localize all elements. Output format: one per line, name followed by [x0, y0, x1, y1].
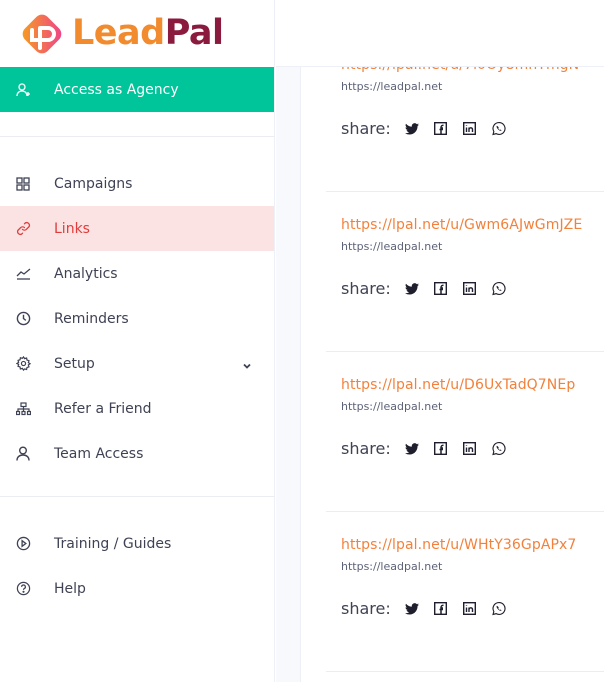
- destination-url: https://leadpal.net: [341, 80, 443, 93]
- linkedin-icon[interactable]: [463, 282, 477, 296]
- twitter-icon[interactable]: [404, 282, 419, 296]
- share-label: share:: [341, 439, 391, 458]
- sidebar-item-label: Training / Guides: [54, 535, 172, 552]
- sidebar-item-training-guides[interactable]: Training / Guides: [0, 521, 274, 566]
- share-row: share:: [341, 439, 521, 458]
- linkedin-icon[interactable]: [463, 442, 477, 456]
- linkedin-icon[interactable]: [463, 122, 477, 136]
- sidebar-item-label: Refer a Friend: [54, 400, 152, 417]
- whatsapp-icon[interactable]: [492, 281, 506, 296]
- chevron-down-icon[interactable]: [242, 359, 252, 375]
- share-row: share:: [341, 279, 521, 298]
- sidebar-item-label: Setup: [54, 355, 95, 372]
- sidebar-item-label: Reminders: [54, 310, 129, 327]
- share-label: share:: [341, 119, 391, 138]
- linkedin-icon[interactable]: [463, 602, 477, 616]
- facebook-icon[interactable]: [434, 602, 448, 616]
- gear-icon: [0, 356, 54, 371]
- logo-text: LeadPal: [72, 16, 224, 51]
- destination-url: https://leadpal.net: [341, 560, 443, 573]
- destination-url: https://leadpal.net: [341, 400, 443, 413]
- sidebar-item-links[interactable]: Links: [0, 206, 274, 251]
- link-card: https://lpal.net/u/WHtY36GpAPx7 https://…: [326, 512, 604, 672]
- logo[interactable]: LeadPal: [0, 0, 274, 67]
- link-card: https://lpal.net/u/D6UxTadQ7NEp https://…: [326, 352, 604, 512]
- access-as-agency-button[interactable]: Access as Agency: [0, 67, 274, 112]
- sidebar-item-analytics[interactable]: Analytics: [0, 251, 274, 296]
- link-icon: [0, 221, 54, 236]
- facebook-icon[interactable]: [434, 442, 448, 456]
- short-link[interactable]: https://lpal.net/u/D6UxTadQ7NEp: [341, 377, 575, 393]
- access-as-agency-label: Access as Agency: [54, 81, 179, 98]
- sidebar-item-setup[interactable]: Setup: [0, 341, 274, 386]
- twitter-icon[interactable]: [404, 602, 419, 616]
- user-switch-icon: [0, 82, 54, 98]
- sidebar-item-label: Links: [54, 220, 90, 237]
- twitter-icon[interactable]: [404, 122, 419, 136]
- short-link[interactable]: https://lpal.net/u/Gwm6AJwGmJZE: [341, 217, 582, 233]
- facebook-icon[interactable]: [434, 122, 448, 136]
- sidebar-item-label: Help: [54, 580, 86, 597]
- links-list: https://lpal.net/u/7i0Oy8mnTmgN https://…: [302, 67, 604, 682]
- help-circle-icon: [0, 581, 54, 596]
- sidebar-item-label: Analytics: [54, 265, 118, 282]
- play-circle-icon: [0, 536, 54, 551]
- sidebar-item-label: Campaigns: [54, 175, 133, 192]
- sitemap-icon: [0, 401, 54, 416]
- bottom-nav: Training / Guides Help: [0, 497, 274, 631]
- sidebar-item-team-access[interactable]: Team Access: [0, 431, 274, 476]
- leadpal-logo-icon: [22, 14, 62, 53]
- user-icon: [0, 446, 54, 461]
- twitter-icon[interactable]: [404, 442, 419, 456]
- whatsapp-icon[interactable]: [492, 601, 506, 616]
- sidebar-item-refer-a-friend[interactable]: Refer a Friend: [0, 386, 274, 431]
- share-row: share:: [341, 119, 521, 138]
- link-card: https://lpal.net/u/7i0Oy8mnTmgN https://…: [326, 67, 604, 192]
- main-nav: Campaigns Links Analytics Reminders Setu…: [0, 137, 274, 496]
- sidebar-item-label: Team Access: [54, 445, 144, 462]
- content-gutter: [276, 67, 301, 682]
- share-label: share:: [341, 599, 391, 618]
- whatsapp-icon[interactable]: [492, 121, 506, 136]
- short-link[interactable]: https://lpal.net/u/7i0Oy8mnTmgN: [341, 67, 579, 73]
- sidebar-item-help[interactable]: Help: [0, 566, 274, 611]
- destination-url: https://leadpal.net: [341, 240, 443, 253]
- sidebar-item-reminders[interactable]: Reminders: [0, 296, 274, 341]
- short-link[interactable]: https://lpal.net/u/WHtY36GpAPx7: [341, 537, 576, 553]
- clock-icon: [0, 311, 54, 326]
- whatsapp-icon[interactable]: [492, 441, 506, 456]
- chart-line-icon: [0, 267, 54, 281]
- link-card: https://lpal.net/u/Gwm6AJwGmJZE https://…: [326, 192, 604, 352]
- share-row: share:: [341, 599, 521, 618]
- facebook-icon[interactable]: [434, 282, 448, 296]
- share-label: share:: [341, 279, 391, 298]
- logo-text-lead: Lead: [72, 13, 165, 53]
- logo-text-pal: Pal: [164, 13, 224, 53]
- grid-icon: [0, 176, 54, 191]
- sidebar: LeadPal Access as Agency Campaigns Links: [0, 0, 275, 682]
- sidebar-item-campaigns[interactable]: Campaigns: [0, 161, 274, 206]
- top-header: [276, 0, 604, 67]
